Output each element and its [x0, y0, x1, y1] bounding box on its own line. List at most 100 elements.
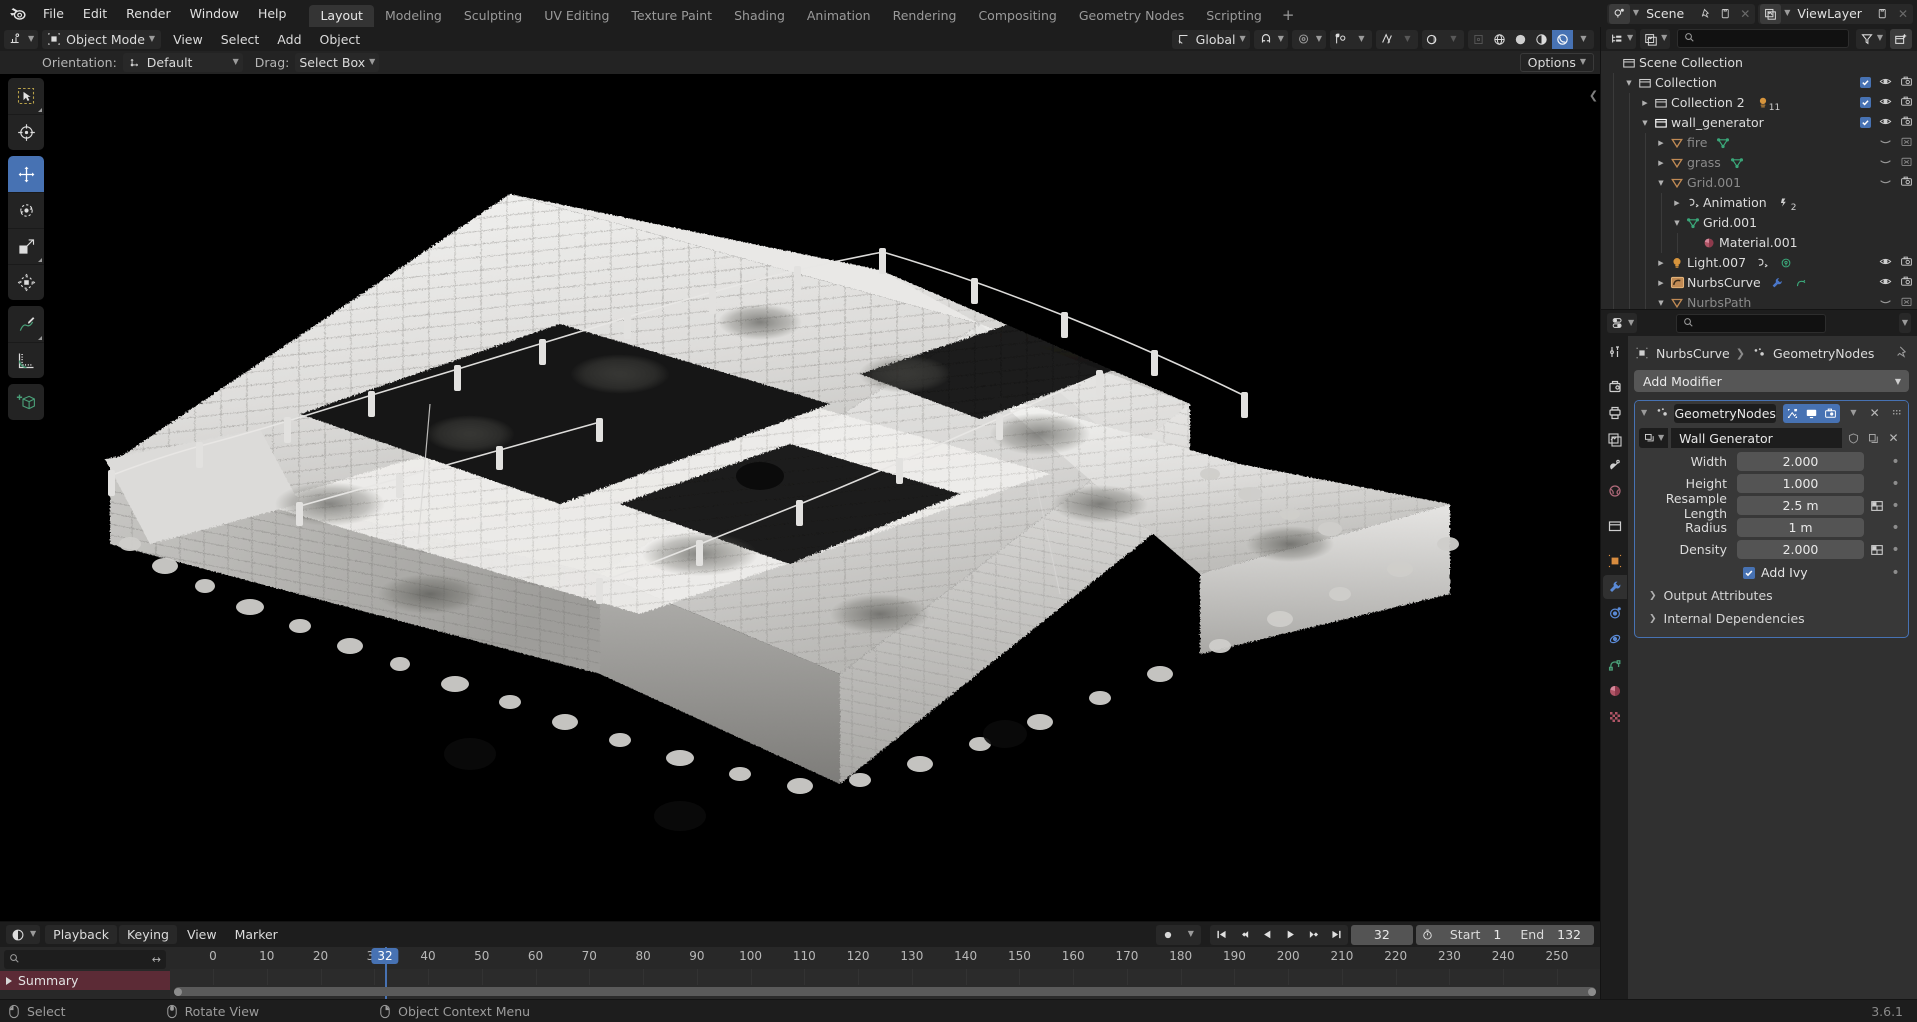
blender-logo-icon[interactable]: [0, 0, 34, 27]
remove-viewlayer-icon[interactable]: ✕: [1895, 7, 1911, 21]
collection-tab[interactable]: [1603, 514, 1627, 538]
xray-toggle[interactable]: [1422, 30, 1443, 49]
cursor-tool[interactable]: [8, 114, 44, 150]
rendered-shading[interactable]: [1552, 30, 1573, 49]
unlink-node-group-icon[interactable]: ✕: [1885, 429, 1902, 448]
move-tool[interactable]: [8, 156, 44, 192]
timeline-scrollbar[interactable]: [174, 987, 1596, 996]
disable-in-render-icon[interactable]: [1900, 255, 1913, 271]
workspace-tab-texture-paint[interactable]: Texture Paint: [620, 5, 723, 27]
remove-modifier-button[interactable]: ✕: [1867, 404, 1883, 423]
xray-dropdown[interactable]: ▼: [1443, 30, 1464, 49]
viewport-menu-select[interactable]: Select: [213, 30, 268, 49]
node-group-name-field[interactable]: Wall Generator: [1671, 428, 1842, 448]
snapping-toggle[interactable]: ▼: [1254, 30, 1288, 49]
tool-tab[interactable]: [1603, 340, 1627, 364]
exclude-from-viewlayer-checkbox[interactable]: [1860, 77, 1871, 88]
timeline-menu-view[interactable]: View: [179, 925, 225, 944]
modifier-field-value[interactable]: 1.000: [1737, 474, 1864, 493]
annotate-tool[interactable]: [8, 306, 44, 342]
transform-tool[interactable]: [8, 264, 44, 300]
jump-to-start-button[interactable]: [1210, 925, 1233, 945]
outliner-search-input[interactable]: [1677, 29, 1849, 48]
outliner-filter-button[interactable]: ▼: [1856, 29, 1886, 49]
show-in-viewport-toggle[interactable]: [1802, 404, 1821, 423]
menu-file[interactable]: File: [34, 3, 73, 24]
render-tab[interactable]: [1603, 375, 1627, 399]
menu-edit[interactable]: Edit: [74, 3, 116, 24]
outliner-row[interactable]: ▶Material.001: [1601, 233, 1917, 253]
scroll-handle-right[interactable]: [1588, 988, 1596, 996]
hide-in-viewport-icon[interactable]: [1879, 155, 1892, 171]
shading-extra[interactable]: [1468, 30, 1489, 49]
timeline-track[interactable]: 0102030405060708090100110120130140150160…: [170, 947, 1600, 999]
proportional-edit-toggle[interactable]: ▼: [1292, 30, 1326, 49]
viewport-menu-view[interactable]: View: [165, 30, 211, 49]
output-tab[interactable]: [1603, 401, 1627, 425]
outliner-row[interactable]: ▼Grid.001: [1601, 173, 1917, 193]
properties-options-dropdown[interactable]: ▼: [1899, 313, 1911, 333]
modifier-subpanel-internal-dependencies[interactable]: ❯Internal Dependencies: [1635, 608, 1908, 629]
modifier-display-toggles[interactable]: [1783, 404, 1840, 423]
add-cube-tool[interactable]: [8, 384, 44, 420]
menu-help[interactable]: Help: [249, 3, 296, 24]
auto-keying-toggle[interactable]: [1156, 925, 1181, 945]
collapse-triangle-icon[interactable]: ▼: [1653, 179, 1669, 187]
auto-keying-dropdown[interactable]: ▼: [1181, 925, 1201, 945]
outliner-row[interactable]: ▼Collection: [1601, 73, 1917, 93]
view-layer-tab[interactable]: [1603, 427, 1627, 451]
playhead-frame-badge[interactable]: 32: [371, 948, 398, 964]
particles-tab[interactable]: [1603, 601, 1627, 625]
add-ivy-checkbox[interactable]: [1743, 567, 1755, 579]
outliner-row[interactable]: ▶Light.007: [1601, 253, 1917, 273]
outliner-row[interactable]: ▶Animation2: [1601, 193, 1917, 213]
use-preview-range-icon[interactable]: [1416, 928, 1439, 941]
remove-scene-icon[interactable]: ✕: [1737, 7, 1753, 21]
modifier-field-value[interactable]: 2.000: [1737, 452, 1864, 471]
show-in-render-toggle[interactable]: [1821, 404, 1840, 423]
play-reverse-button[interactable]: [1256, 925, 1279, 945]
pin-id-icon[interactable]: [1895, 345, 1909, 362]
properties-editor-type[interactable]: ▼: [1607, 313, 1637, 333]
disable-in-render-icon[interactable]: [1900, 75, 1913, 91]
play-button[interactable]: [1279, 925, 1302, 945]
options-button[interactable]: Options ▼: [1520, 53, 1594, 72]
world-tab[interactable]: [1603, 479, 1627, 503]
jump-to-end-button[interactable]: [1325, 925, 1348, 945]
shading-dropdown[interactable]: ▼: [1573, 30, 1594, 49]
modifier-field-value[interactable]: 2.5 m: [1737, 496, 1864, 515]
collapse-triangle-icon[interactable]: ▼: [1653, 299, 1669, 307]
outliner-row[interactable]: ▶grass: [1601, 153, 1917, 173]
workspace-tab-modeling[interactable]: Modeling: [374, 5, 453, 27]
timeline-editor-type[interactable]: ▼: [6, 925, 40, 944]
channel-summary-row[interactable]: Summary: [0, 971, 170, 990]
viewport-menu-add[interactable]: Add: [269, 30, 309, 49]
disable-in-render-icon[interactable]: [1900, 95, 1913, 111]
disable-in-render-icon[interactable]: [1900, 175, 1913, 191]
workspace-tab-scripting[interactable]: Scripting: [1195, 5, 1273, 27]
hide-in-viewport-icon[interactable]: [1879, 175, 1892, 191]
outliner-tree[interactable]: ▶Scene Collection▼Collection▶Collection …: [1601, 51, 1917, 309]
outliner-row[interactable]: ▶Collection 211: [1601, 93, 1917, 113]
collapse-triangle-icon[interactable]: ▼: [1621, 79, 1637, 87]
modifier-name-field[interactable]: GeometryNodes: [1674, 404, 1775, 423]
pin-scene-icon[interactable]: [1697, 4, 1714, 24]
workspace-tab-rendering[interactable]: Rendering: [882, 5, 968, 27]
new-scene-icon[interactable]: [1717, 4, 1734, 24]
gizmo-overlay-group[interactable]: ▼: [1330, 30, 1372, 49]
fake-user-shield-icon[interactable]: [1845, 429, 1862, 448]
overlays-group[interactable]: ▼: [1376, 30, 1418, 49]
hide-in-viewport-icon[interactable]: [1879, 295, 1892, 309]
current-frame-field[interactable]: 32: [1351, 925, 1413, 945]
sidebar-collapse-arrow[interactable]: ❮: [1587, 84, 1600, 106]
collapse-triangle-icon[interactable]: ▼: [1637, 119, 1653, 127]
collapse-triangle-icon[interactable]: ▼: [1669, 219, 1685, 227]
exclude-from-viewlayer-checkbox[interactable]: [1860, 97, 1871, 108]
properties-search-field[interactable]: [1699, 316, 1819, 330]
workspace-tab-animation[interactable]: Animation: [796, 5, 882, 27]
new-viewlayer-icon[interactable]: [1875, 4, 1892, 24]
orientation-dropdown[interactable]: Default ▼: [123, 53, 243, 72]
jump-to-prev-keyframe-button[interactable]: [1233, 925, 1256, 945]
outliner-display-mode[interactable]: ▼: [1640, 29, 1670, 49]
workspace-tab-compositing[interactable]: Compositing: [967, 5, 1067, 27]
